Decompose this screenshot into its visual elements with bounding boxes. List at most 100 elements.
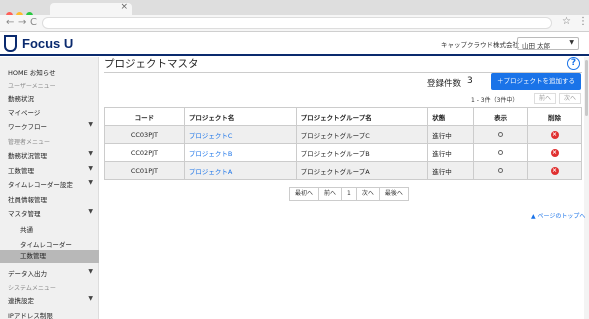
add-project-button[interactable]: ＋プロジェクトを追加する: [491, 73, 581, 90]
cell-delete: ×: [527, 143, 582, 162]
sidebar-item-label: HOME お知らせ: [8, 69, 56, 77]
sidebar-item-label: 勤務状況管理: [8, 152, 47, 160]
sidebar-item[interactable]: マイページ: [0, 107, 99, 117]
sidebar-item-label: ユーザーメニュー: [8, 83, 56, 90]
sidebar-item[interactable]: HOME お知らせ: [0, 67, 99, 77]
cell-status: 進行中: [427, 161, 475, 180]
sidebar-item[interactable]: マスタ管理 ▼: [0, 208, 99, 218]
cell-status: 進行中: [427, 125, 475, 144]
sidebar-item-label: 工数管理: [20, 252, 46, 260]
col-header-name: プロジェクト名: [183, 107, 297, 126]
page-number-button[interactable]: 1: [342, 188, 357, 200]
cell-display: [473, 125, 529, 144]
sidebar: HOME お知らせ ユーザーメニュー 勤務状況 マイページ ワークフロー ▼ 管理者メニュー…: [0, 57, 99, 319]
next-page-button[interactable]: 次へ: [559, 93, 581, 104]
count-value: 3: [467, 76, 473, 86]
sidebar-item-label: ワークフロー: [8, 123, 47, 131]
display-circle-icon: [498, 149, 504, 155]
company-name: キャップクラウド株式会社: [441, 41, 519, 49]
chevron-down-icon: ▼: [88, 268, 93, 275]
chevron-down-icon: ▼: [88, 179, 93, 186]
sidebar-item[interactable]: 社員情報管理: [0, 194, 99, 204]
project-name-link[interactable]: プロジェクトC: [183, 125, 297, 144]
page-top-link[interactable]: ▲ ページのトップへ: [531, 211, 585, 220]
col-header-display: 表示: [473, 107, 529, 126]
sidebar-item[interactable]: 連携設定 ▼: [0, 295, 99, 305]
sidebar-item[interactable]: データ入出力 ▼: [0, 268, 99, 278]
count-label: 登録件数: [427, 79, 462, 89]
user-name: 山田 太郎: [522, 42, 551, 50]
col-header-status: 状態: [427, 107, 475, 126]
delete-icon[interactable]: ×: [550, 167, 559, 175]
last-page-button[interactable]: 最後へ: [380, 188, 408, 200]
sidebar-item[interactable]: 工数管理: [0, 250, 99, 263]
display-circle-icon: [498, 167, 504, 173]
reload-icon[interactable]: C: [30, 17, 37, 28]
chevron-down-icon: ▼: [569, 39, 574, 46]
table-row: CC02PJT プロジェクトB プロジェクトグループB 進行中 ×: [104, 143, 582, 162]
forward-icon[interactable]: →: [18, 17, 26, 28]
project-name-link[interactable]: プロジェクトA: [183, 161, 297, 180]
sidebar-section-label: システムメニュー: [0, 283, 99, 292]
sidebar-item[interactable]: 工数管理 ▼: [0, 165, 99, 175]
bookmark-star-icon[interactable]: ☆: [562, 16, 571, 27]
scrollbar-thumb[interactable]: [585, 60, 588, 116]
back-icon[interactable]: ←: [6, 17, 14, 28]
first-page-button[interactable]: 最初へ: [290, 188, 320, 200]
cell-display: [473, 143, 529, 162]
sidebar-item[interactable]: タイムレコーダー設定 ▼: [0, 179, 99, 189]
sidebar-item-label: 共通: [20, 226, 33, 234]
col-header-code: コード: [104, 107, 185, 126]
user-select[interactable]: 山田 太郎 ▼: [517, 37, 579, 50]
sidebar-item-label: 連携設定: [8, 297, 34, 305]
url-input[interactable]: [42, 17, 552, 29]
sidebar-section-label: 管理者メニュー: [0, 137, 99, 146]
sidebar-item-label: マイページ: [8, 109, 41, 117]
sidebar-item[interactable]: ワークフロー ▼: [0, 121, 99, 131]
sidebar-item-label: IPアドレス制限: [8, 312, 53, 319]
browser-tab[interactable]: ×: [50, 2, 132, 15]
project-name-link[interactable]: プロジェクトB: [183, 143, 297, 162]
tab-close-icon[interactable]: ×: [120, 2, 128, 12]
logo-icon: [4, 35, 17, 52]
page-title: プロジェクトマスタ: [104, 58, 199, 70]
sidebar-item-label: データ入出力: [8, 270, 47, 278]
app-header: Focus U キャップクラウド株式会社 山田 太郎 ▼: [0, 32, 589, 56]
col-header-delete: 削除: [527, 107, 582, 126]
sidebar-item-label: タイムレコーダー設定: [8, 181, 73, 189]
cell-group: プロジェクトグループB: [295, 143, 429, 162]
cell-group: プロジェクトグループA: [295, 161, 429, 180]
sidebar-item[interactable]: 勤務状況管理 ▼: [0, 150, 99, 160]
project-table: コード プロジェクト名 プロジェクトグループ名 状態 表示 削除 CC03PJT…: [104, 107, 582, 180]
cell-delete: ×: [527, 125, 582, 144]
col-header-group: プロジェクトグループ名: [295, 107, 429, 126]
prev-page-button[interactable]: 前へ: [319, 188, 343, 200]
sidebar-item-label: マスタ管理: [8, 210, 41, 218]
chevron-down-icon: ▼: [88, 295, 93, 302]
sidebar-item[interactable]: 共通: [0, 224, 99, 234]
sidebar-item[interactable]: 勤務状況: [0, 93, 99, 103]
prev-page-button[interactable]: 前へ: [534, 93, 556, 104]
help-icon[interactable]: ?: [567, 57, 580, 70]
address-bar-area: ← → C ☆ ⋮: [0, 15, 589, 32]
cell-display: [473, 161, 529, 180]
sidebar-item[interactable]: IPアドレス制限: [0, 310, 99, 319]
browser-menu-icon[interactable]: ⋮: [578, 16, 588, 27]
cell-code: CC02PJT: [104, 143, 185, 162]
chevron-down-icon: ▼: [88, 208, 93, 215]
paging-info: 1 - 3件（3件中）: [471, 97, 519, 104]
next-page-button[interactable]: 次へ: [357, 188, 380, 200]
sidebar-section-label: ユーザーメニュー: [0, 81, 99, 90]
table-row: CC03PJT プロジェクトC プロジェクトグループC 進行中 ×: [104, 125, 582, 144]
sidebar-item-label: 社員情報管理: [8, 196, 47, 204]
chevron-down-icon: ▼: [88, 150, 93, 157]
sidebar-item-label: 勤務状況: [8, 95, 34, 103]
app-logo[interactable]: Focus U: [22, 36, 73, 51]
browser-window: × ← → C ☆ ⋮ Focus U キャップクラウド株式会社 山田 太郎 ▼…: [0, 0, 589, 319]
delete-icon[interactable]: ×: [550, 149, 559, 157]
delete-icon[interactable]: ×: [550, 131, 559, 139]
table-header-row: コード プロジェクト名 プロジェクトグループ名 状態 表示 削除: [104, 107, 582, 126]
tab-bar: ×: [0, 0, 589, 19]
sidebar-item[interactable]: タイムレコーダー: [0, 239, 99, 249]
chevron-down-icon: ▼: [88, 165, 93, 172]
